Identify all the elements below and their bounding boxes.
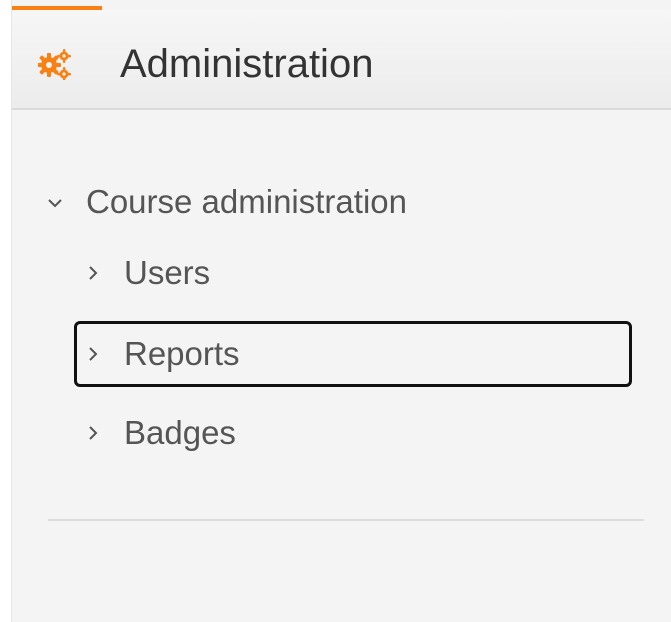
chevron-right-icon[interactable] [84,345,102,363]
block-title: Administration [120,42,374,86]
block-header: Administration [12,10,671,110]
tree-item-users[interactable]: Users [84,249,646,297]
divider [48,519,644,521]
gears-icon [38,49,71,80]
tree-item-label[interactable]: Badges [124,409,236,457]
tree-item-reports[interactable]: Reports [84,330,646,378]
tree-item-course-administration[interactable]: Course administration [46,178,646,226]
tree-item-label[interactable]: Course administration [86,178,407,226]
tree-item-label[interactable]: Users [124,249,210,297]
chevron-right-icon[interactable] [84,264,102,282]
tree-item-label[interactable]: Reports [124,330,240,378]
chevron-right-icon[interactable] [84,424,102,442]
tree-item-badges[interactable]: Badges [84,409,646,457]
chevron-down-icon[interactable] [46,194,64,212]
administration-block: Administration Course administration Use… [11,0,671,622]
